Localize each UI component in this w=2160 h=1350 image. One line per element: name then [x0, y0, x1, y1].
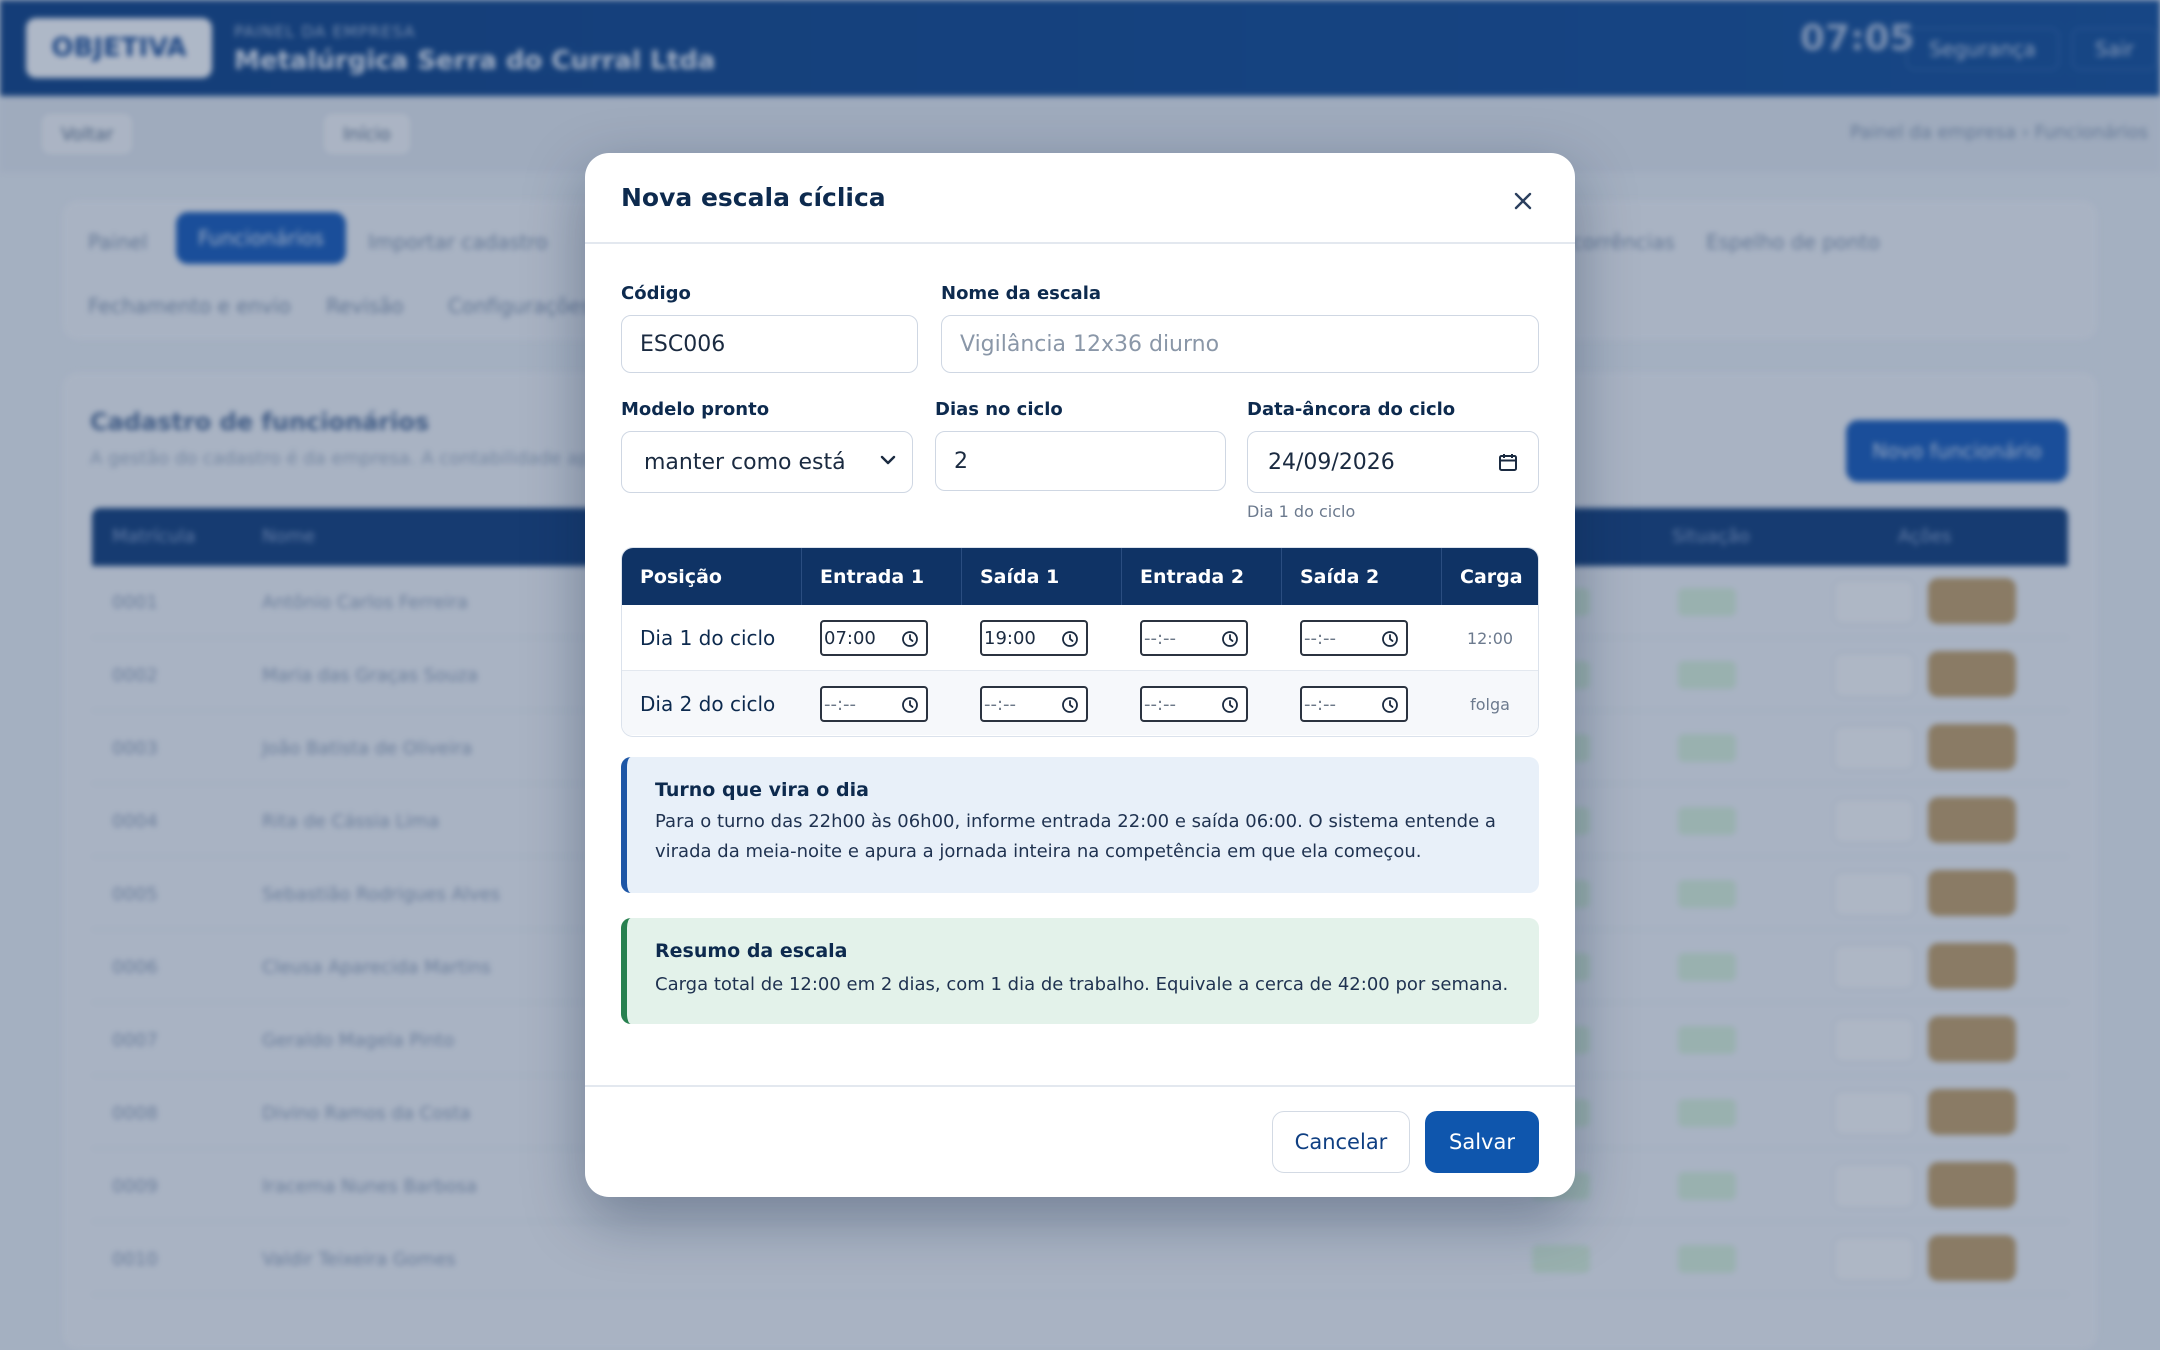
new-cyclic-schedule-dialog: Nova escala cíclica Código Nome da escal…: [585, 153, 1575, 1197]
schedule-name-label: Nome da escala: [941, 283, 1102, 304]
close-icon: [1514, 192, 1532, 210]
code-input[interactable]: [621, 315, 918, 373]
entry1-value: --:--: [824, 693, 857, 715]
anchor-date-label: Data-âncora do ciclo: [1247, 399, 1456, 420]
schedule-summary: Resumo da escala Carga total de 12:00 em…: [621, 918, 1539, 1024]
row-position: Dia 1 do ciclo: [640, 626, 776, 650]
row-load: folga: [1470, 695, 1510, 714]
notice-title: Turno que vira o dia: [655, 779, 869, 801]
exit2-time-input[interactable]: --:--: [1300, 620, 1408, 656]
th-entry2: Entrada 2: [1122, 548, 1282, 605]
th-load: Carga: [1460, 565, 1523, 588]
entry2-value: --:--: [1144, 693, 1177, 715]
days-in-cycle-input[interactable]: [935, 431, 1226, 491]
footer-divider: [585, 1085, 1575, 1087]
clock-icon: [1382, 697, 1398, 713]
clock-icon: [1062, 697, 1078, 713]
entry1-time-input[interactable]: --:--: [820, 686, 928, 722]
model-select-value: manter como está: [644, 449, 846, 475]
table-row: Dia 2 do ciclo --:-- --:-- --:-- --:-- f…: [622, 670, 1538, 735]
row-position: Dia 2 do ciclo: [640, 692, 776, 716]
th-exit2: Saída 2: [1282, 548, 1442, 605]
summary-title: Resumo da escala: [655, 940, 848, 962]
clock-icon: [1222, 697, 1238, 713]
notice-line-1: Para o turno das 22h00 às 06h00, informe…: [655, 811, 1496, 832]
cycle-days-table: Posição Entrada 1 Saída 1 Entrada 2 Saíd…: [621, 547, 1539, 737]
clock-icon: [902, 631, 918, 647]
entry2-value: --:--: [1144, 627, 1177, 649]
model-label: Modelo pronto: [621, 399, 770, 420]
save-button[interactable]: Salvar: [1425, 1111, 1539, 1173]
entry1-time-input[interactable]: 07:00: [820, 620, 928, 656]
th-position: Posição: [622, 548, 802, 605]
table-row: Dia 1 do ciclo 07:00 19:00 --:-- --:-- 1…: [622, 605, 1538, 670]
anchor-date-input[interactable]: 24/09/2026: [1247, 431, 1539, 493]
clock-icon: [1222, 631, 1238, 647]
entry2-time-input[interactable]: --:--: [1140, 686, 1248, 722]
overnight-shift-notice: Turno que vira o dia Para o turno das 22…: [621, 757, 1539, 893]
cancel-button[interactable]: Cancelar: [1272, 1111, 1410, 1173]
exit1-value: 19:00: [984, 627, 1036, 649]
exit2-value: --:--: [1304, 693, 1337, 715]
model-select[interactable]: manter como está: [621, 431, 913, 493]
dialog-header: Nova escala cíclica: [585, 153, 1575, 244]
row-load: 12:00: [1466, 629, 1514, 648]
close-button[interactable]: [1505, 183, 1541, 219]
exit2-time-input[interactable]: --:--: [1300, 686, 1408, 722]
exit1-time-input[interactable]: --:--: [980, 686, 1088, 722]
clock-icon: [1382, 631, 1398, 647]
entry1-value: 07:00: [824, 627, 876, 649]
exit1-value: --:--: [984, 693, 1017, 715]
table-header-row: Posição Entrada 1 Saída 1 Entrada 2 Saíd…: [622, 548, 1538, 605]
notice-line-2: virada da meia-noite e apura a jornada i…: [655, 841, 1422, 862]
chevron-down-icon: [880, 455, 896, 465]
exit1-time-input[interactable]: 19:00: [980, 620, 1088, 656]
clock-icon: [1062, 631, 1078, 647]
days-label: Dias no ciclo: [935, 399, 1063, 420]
calendar-icon[interactable]: [1498, 452, 1518, 472]
entry2-time-input[interactable]: --:--: [1140, 620, 1248, 656]
th-entry1: Entrada 1: [802, 548, 962, 605]
th-exit1: Saída 1: [962, 548, 1122, 605]
anchor-date-value: 24/09/2026: [1268, 449, 1395, 475]
schedule-name-input[interactable]: [941, 315, 1539, 373]
code-label: Código: [621, 283, 691, 304]
dialog-title: Nova escala cíclica: [621, 183, 886, 212]
summary-text: Carga total de 12:00 em 2 dias, com 1 di…: [655, 974, 1509, 995]
anchor-date-hint: Dia 1 do ciclo: [1247, 502, 1356, 521]
exit2-value: --:--: [1304, 627, 1337, 649]
clock-icon: [902, 697, 918, 713]
